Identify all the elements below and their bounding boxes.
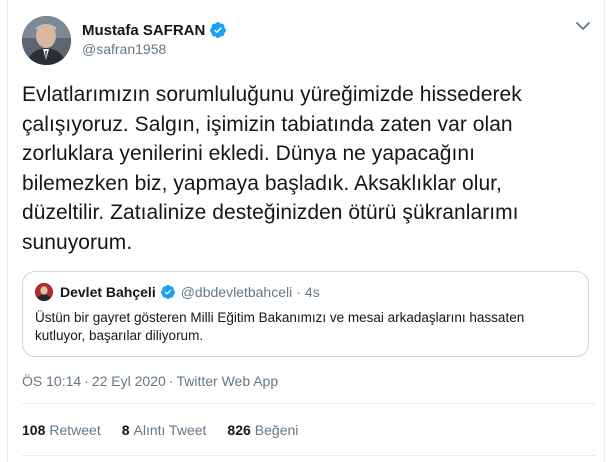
quoted-time: 4s <box>304 284 320 300</box>
avatar-portrait <box>22 16 71 65</box>
author-avatar[interactable] <box>22 16 71 65</box>
likes-stat[interactable]: 826 Beğeni <box>227 422 298 438</box>
quoted-line: kutluyor, başarılar diliyorum. <box>35 328 204 343</box>
verified-badge-icon <box>209 21 227 39</box>
tweet-source[interactable]: Twitter Web App <box>176 373 278 389</box>
quoted-separator: · <box>296 284 301 300</box>
quoted-author-handle: @dbdevletbahceli <box>180 284 293 300</box>
frame-border-left <box>0 0 8 462</box>
tweet-line: zorluklara yenilerini ekledi. Dünya ne y… <box>22 142 476 165</box>
quotes-label: Alıntı Tweet <box>133 422 207 438</box>
author-handle[interactable]: @safran1958 <box>82 41 166 57</box>
tweet-date[interactable]: 22 Eyl 2020 <box>92 373 166 389</box>
divider <box>22 403 596 404</box>
quoted-line: Üstün bir gayret gösteren Milli Eğitim B… <box>35 310 525 325</box>
likes-label: Beğeni <box>254 422 299 438</box>
quote-tweets-stat[interactable]: 8 Alıntı Tweet <box>122 422 207 438</box>
likes-count: 826 <box>227 422 251 438</box>
meta-separator: · <box>84 373 89 389</box>
tweet-line: çalışıyoruz. Salgın, işimizin tabiatında… <box>22 112 513 136</box>
meta-separator: · <box>168 373 174 389</box>
tweet-line: düzeltilir. Zatıalinize desteğinizden öt… <box>22 201 519 224</box>
quoted-tweet-card[interactable]: Devlet Bahçeli @dbdevletbahceli · 4s Üst… <box>22 271 589 357</box>
tweet-meta: ÖS 10:14 · 22 Eyl 2020 · Twitter Web App <box>22 373 278 389</box>
quoted-header: Devlet Bahçeli @dbdevletbahceli · 4s <box>60 283 320 301</box>
retweets-stat[interactable]: 108 Retweet <box>22 422 101 438</box>
tweet-line: bilemezken biz, yapmaya başladık. Aksakl… <box>22 171 502 195</box>
quoted-text: Üstün bir gayret gösteren Milli Eğitim B… <box>35 309 580 345</box>
retweets-label: Retweet <box>49 422 101 438</box>
quotes-count: 8 <box>121 422 130 438</box>
quoted-author-name: Devlet Bahçeli <box>60 284 156 300</box>
tweet-line: Evlatlarımızın sorumluluğunu yüreğimizde… <box>22 83 522 106</box>
author-name[interactable]: Mustafa SAFRAN <box>82 22 205 39</box>
chevron-down-icon[interactable] <box>572 18 594 34</box>
tweet-text: Evlatlarımızın sorumluluğunu yüreğimizde… <box>22 80 597 257</box>
quoted-author-avatar[interactable] <box>35 283 53 301</box>
verified-badge-icon <box>160 284 176 300</box>
retweets-count: 108 <box>22 422 46 438</box>
tweet-time[interactable]: ÖS 10:14 <box>22 373 81 389</box>
divider <box>22 455 596 456</box>
author-name-row: Mustafa SAFRAN <box>82 20 227 40</box>
quoted-avatar-portrait <box>35 283 53 301</box>
tweet-stats: 108 Retweet 8 Alıntı Tweet 826 Beğeni <box>22 422 319 438</box>
frame-border-right <box>604 0 612 462</box>
tweet-line: sunuyorum. <box>22 230 133 254</box>
